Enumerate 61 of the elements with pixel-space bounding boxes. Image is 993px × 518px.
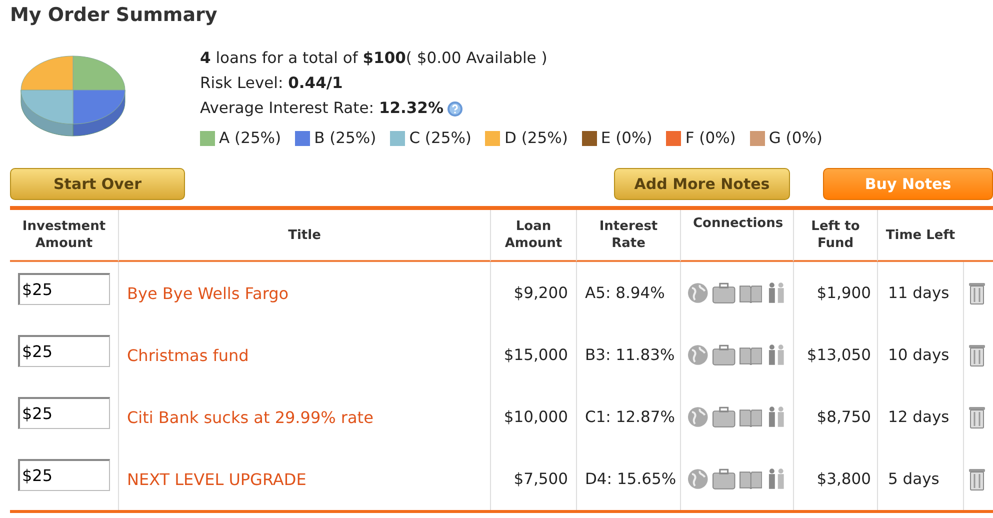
loan-amount: $15,000 (504, 346, 568, 364)
globe-icon[interactable] (687, 468, 709, 490)
time-left: 10 days (888, 346, 950, 364)
legend-label: F (0%) (685, 129, 736, 147)
book-icon[interactable] (738, 345, 762, 365)
column-header: Left to Fund (810, 218, 861, 252)
briefcase-icon[interactable] (712, 344, 736, 366)
summary-text: Risk Level: 0.44/1 (200, 73, 343, 94)
interest-rate: D4: 15.65% (585, 470, 676, 488)
loan-amount: $7,500 (514, 470, 568, 488)
interest-rate: C1: 12.87% (585, 408, 675, 426)
time-left: 5 days (888, 470, 940, 488)
left-to-fund: $1,900 (816, 284, 871, 302)
investment-field[interactable]: $25 (18, 273, 110, 305)
interest-rate: B3: 11.83% (585, 346, 675, 364)
legend-label: G (0%) (768, 129, 822, 147)
trash-icon[interactable] (968, 281, 986, 305)
loan-amount: $9,200 (514, 284, 568, 302)
legend-label: A (25%) (219, 129, 282, 147)
book-icon[interactable] (738, 407, 762, 427)
briefcase-icon[interactable] (712, 468, 736, 490)
page-title: My Order Summary (10, 4, 218, 28)
loan-amount: $10,000 (504, 408, 568, 426)
investment-field[interactable]: $25 (18, 335, 110, 367)
trash-icon[interactable] (968, 405, 986, 429)
legend-label: C (25%) (409, 129, 472, 147)
column-header: Title (288, 226, 321, 244)
investment-field[interactable]: $25 (18, 397, 110, 429)
time-left: 12 days (888, 408, 950, 426)
legend-label: D (25%) (504, 129, 568, 147)
time-left: 11 days (888, 284, 950, 302)
legend-label: B (25%) (314, 129, 376, 147)
globe-icon[interactable] (687, 406, 709, 428)
column-header: Loan Amount (504, 218, 564, 252)
loan-title-link[interactable]: Bye Bye Wells Fargo (127, 284, 289, 302)
summary-text: Average Interest Rate: 12.32% (200, 98, 444, 119)
column-header: Interest Rate (598, 218, 659, 252)
column-header: Connections (693, 215, 781, 232)
book-icon[interactable] (738, 469, 762, 489)
briefcase-icon[interactable] (712, 282, 736, 304)
summary-text: 4 loans for a total of $100( $0.00 Available ) (200, 48, 548, 69)
action-button[interactable]: Add More Notes (614, 168, 790, 200)
column-header: Investment Amount (21, 218, 107, 252)
legend-label: E (0%) (600, 129, 652, 147)
column-header: Time Left (886, 226, 956, 244)
loan-title-link[interactable]: Citi Bank sucks at 29.99% rate (127, 408, 374, 426)
trash-icon[interactable] (968, 343, 986, 367)
left-to-fund: $13,050 (806, 346, 871, 364)
loan-title-link[interactable]: NEXT LEVEL UPGRADE (127, 470, 306, 488)
briefcase-icon[interactable] (712, 406, 736, 428)
interest-rate: A5: 8.94% (585, 284, 665, 302)
globe-icon[interactable] (687, 282, 709, 304)
action-button[interactable]: Start Over (10, 168, 185, 200)
book-icon[interactable] (738, 283, 762, 303)
globe-icon[interactable] (687, 344, 709, 366)
left-to-fund: $3,800 (816, 470, 871, 488)
help-icon[interactable] (446, 100, 462, 116)
trash-icon[interactable] (968, 467, 986, 491)
investment-field[interactable]: $25 (18, 459, 110, 491)
left-to-fund: $8,750 (816, 408, 871, 426)
loan-title-link[interactable]: Christmas fund (127, 346, 249, 364)
